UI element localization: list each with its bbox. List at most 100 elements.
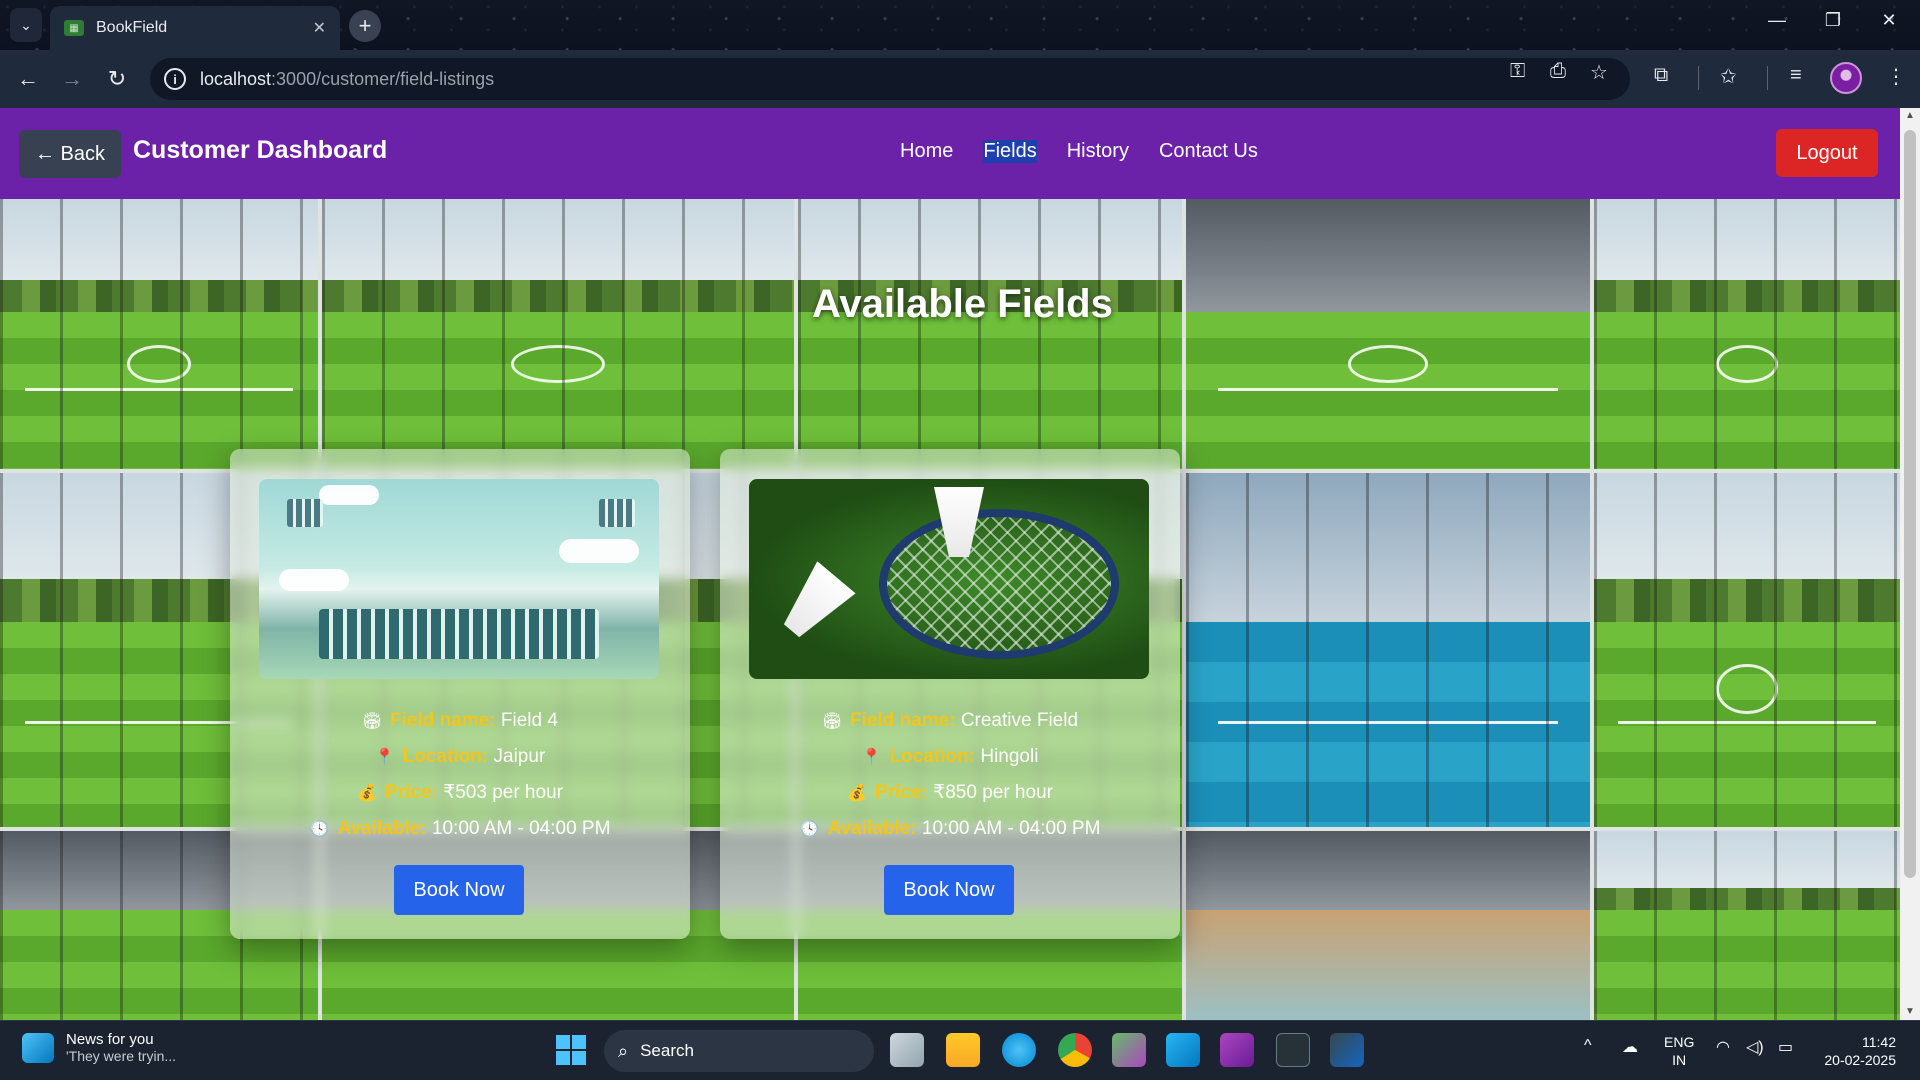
restore-icon[interactable]: ❐ xyxy=(1810,10,1856,31)
book-now-button[interactable]: Book Now xyxy=(394,865,524,915)
available-label: Available: xyxy=(337,818,427,839)
forward-arrow-icon[interactable]: → xyxy=(57,64,87,94)
search-icon: ⌕ xyxy=(618,1040,629,1061)
field-details: 🏟 Field name: Creative Field 📍 Location: H… xyxy=(720,703,1180,847)
battery-icon[interactable]: ▭ xyxy=(1778,1037,1793,1057)
task-view-icon[interactable] xyxy=(890,1033,924,1067)
bg-field-photo xyxy=(0,199,318,469)
field-details: 🏟 Field name: Field 4 📍 Location: Jaipur 💰… xyxy=(230,703,690,847)
bg-field-photo xyxy=(1594,199,1900,469)
field-name-label: Field name: xyxy=(849,710,956,731)
stadium-icon: 🏟 xyxy=(821,713,843,730)
field-card: 🏟 Field name: Creative Field 📍 Location: H… xyxy=(720,449,1180,939)
minimize-icon[interactable]: — xyxy=(1754,10,1800,31)
field-card: 🏟 Field name: Field 4 📍 Location: Jaipur 💰… xyxy=(230,449,690,939)
page-title: Customer Dashboard xyxy=(133,136,388,164)
bg-field-photo xyxy=(322,199,794,469)
money-bag-icon: 💰 xyxy=(357,785,377,802)
chrome-browser-icon[interactable] xyxy=(1058,1033,1092,1067)
price-label: Price: xyxy=(385,782,438,803)
clock-icon: 🕓 xyxy=(799,821,820,838)
url-path: :3000/customer/field-listings xyxy=(271,68,495,89)
new-tab-button[interactable]: + xyxy=(349,10,381,42)
news-widget[interactable]: News for you 'They were tryin... xyxy=(22,1031,176,1064)
onedrive-cloud-icon[interactable]: ☁ xyxy=(1622,1037,1638,1057)
windows-start-icon[interactable] xyxy=(556,1035,586,1065)
bg-field-photo xyxy=(798,199,1182,469)
clock-date: 20-02-2025 xyxy=(1824,1052,1896,1068)
scroll-down-icon[interactable]: ▼ xyxy=(1905,1006,1915,1017)
profile-avatar[interactable] xyxy=(1830,62,1862,94)
bg-field-photo xyxy=(1186,831,1590,1020)
browser-toolbar: ← → ↻ i localhost:3000/customer/field-li… xyxy=(0,50,1920,108)
clock-icon: 🕓 xyxy=(309,821,330,838)
visual-studio-icon[interactable] xyxy=(1220,1033,1254,1067)
section-heading: Available Fields xyxy=(812,282,1113,326)
bg-field-photo xyxy=(1594,473,1900,827)
browser-tab-strip: ⌄ ▦ BookField ✕ + — ❐ ✕ xyxy=(0,0,1920,50)
close-tab-icon[interactable]: ✕ xyxy=(313,18,326,38)
taskbar-search[interactable]: ⌕ Search xyxy=(604,1030,874,1072)
nav-link-history[interactable]: History xyxy=(1067,140,1129,163)
address-bar[interactable]: i localhost:3000/customer/field-listings xyxy=(150,58,1630,100)
search-label: Search xyxy=(640,1041,694,1060)
media-control-icon[interactable]: ≡ xyxy=(1790,64,1802,87)
extensions-icon[interactable]: ⧉ xyxy=(1654,64,1668,87)
field-name-label: Field name: xyxy=(390,710,496,731)
tray-overflow-icon[interactable]: ^ xyxy=(1584,1037,1592,1055)
nav-link-fields[interactable]: Fields xyxy=(983,140,1037,163)
page-viewport: ← Back Customer Dashboard Home Fields Hi… xyxy=(0,108,1900,1020)
location-label: Location: xyxy=(889,746,976,767)
scroll-up-icon[interactable]: ▲ xyxy=(1905,110,1915,121)
reload-icon[interactable]: ↻ xyxy=(102,64,132,94)
news-title: News for you xyxy=(66,1031,154,1048)
price-value: ₹503 per hour xyxy=(443,782,563,803)
site-info-icon[interactable]: i xyxy=(164,68,186,90)
bookfield-favicon-icon: ▦ xyxy=(64,20,84,36)
tab-bookfield[interactable]: ▦ BookField ✕ xyxy=(50,6,340,50)
news-icon xyxy=(22,1032,54,1063)
browser-menu-icon[interactable]: ⋮ xyxy=(1886,64,1906,89)
language-indicator[interactable]: ENG IN xyxy=(1664,1033,1694,1069)
nav-links: Home Fields History Contact Us xyxy=(900,140,1258,163)
close-window-icon[interactable]: ✕ xyxy=(1866,10,1912,31)
price-label: Price: xyxy=(875,782,928,803)
back-arrow-icon[interactable]: ← xyxy=(13,64,43,94)
nav-link-contact-us[interactable]: Contact Us xyxy=(1159,140,1258,163)
region-code: IN xyxy=(1672,1052,1687,1068)
password-key-icon[interactable]: ⚿ xyxy=(1510,60,1525,83)
git-app-icon[interactable] xyxy=(1112,1033,1146,1067)
system-clock[interactable]: 11:42 20-02-2025 xyxy=(1816,1033,1896,1069)
install-app-icon[interactable]: ⎙ xyxy=(1550,60,1566,83)
page-scrollbar[interactable]: ▲ ▼ xyxy=(1900,108,1920,1020)
available-label: Available: xyxy=(827,818,917,839)
toolbar-divider xyxy=(1698,66,1699,90)
url-host: localhost xyxy=(200,68,272,89)
location-pin-icon: 📍 xyxy=(861,749,882,766)
available-value: 10:00 AM - 04:00 PM xyxy=(921,818,1101,839)
bookmark-star-icon[interactable]: ☆ xyxy=(1590,60,1608,85)
vscode-icon[interactable] xyxy=(1166,1033,1200,1067)
nav-link-home[interactable]: Home xyxy=(900,140,953,163)
toolbar-divider xyxy=(1767,66,1768,90)
scrollbar-thumb[interactable] xyxy=(1904,130,1916,878)
news-subtitle: 'They were tryin... xyxy=(66,1048,177,1064)
badminton-image xyxy=(749,479,1149,679)
location-label: Location: xyxy=(402,746,489,767)
back-button[interactable]: ← Back xyxy=(19,130,122,178)
favorites-icon[interactable]: ✩ xyxy=(1720,64,1737,89)
volume-icon[interactable]: ◁) xyxy=(1746,1037,1764,1057)
wifi-icon[interactable]: ◠ xyxy=(1716,1037,1730,1057)
stadium-icon: 🏟 xyxy=(362,713,383,730)
book-now-button[interactable]: Book Now xyxy=(884,865,1014,915)
bg-field-photo xyxy=(1594,831,1900,1020)
logout-button[interactable]: Logout xyxy=(1776,129,1878,177)
edge-browser-icon[interactable] xyxy=(1002,1033,1036,1067)
field-name-value: Field 4 xyxy=(500,710,558,731)
terminal-icon[interactable] xyxy=(1276,1033,1310,1067)
app-icon[interactable] xyxy=(1330,1033,1364,1067)
price-value: ₹850 per hour xyxy=(933,782,1053,803)
file-explorer-icon[interactable] xyxy=(946,1033,980,1067)
tab-search-dropdown-icon[interactable]: ⌄ xyxy=(10,8,42,42)
bg-field-photo xyxy=(1186,199,1590,469)
